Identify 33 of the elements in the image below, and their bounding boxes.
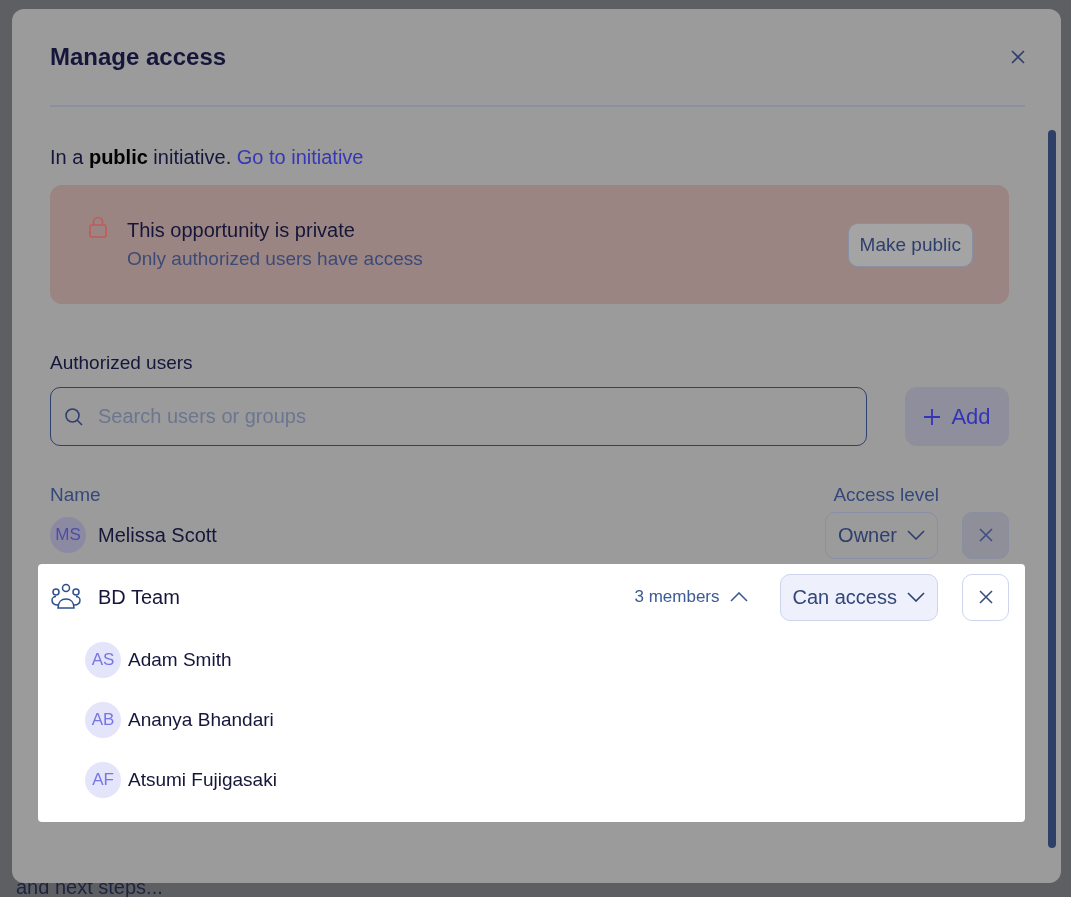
user-avatar: MS bbox=[50, 517, 86, 553]
access-level-dropdown[interactable]: Can access bbox=[779, 573, 938, 621]
visibility-note: In a public initiative. Go to initiative bbox=[50, 145, 365, 169]
access-level-dropdown[interactable]: Owner bbox=[825, 511, 938, 559]
close-icon bbox=[1010, 49, 1026, 65]
close-icon bbox=[977, 527, 994, 543]
member-name: Ananya Bhandari bbox=[128, 709, 274, 731]
chevron-icon bbox=[729, 592, 748, 602]
entry-name: Melissa Scott bbox=[98, 523, 218, 547]
entry-name: BD Team bbox=[98, 585, 181, 609]
plus-icon bbox=[923, 407, 942, 426]
group-icon bbox=[50, 583, 82, 611]
remove-button[interactable] bbox=[962, 511, 1009, 559]
lock-icon bbox=[88, 216, 108, 238]
member-avatar: AS bbox=[85, 642, 121, 678]
section-label: Authorized users bbox=[50, 352, 194, 374]
chevron-icon bbox=[907, 530, 925, 540]
add-button[interactable]: Add bbox=[905, 387, 1009, 446]
initiative-link[interactable]: Go to initiative bbox=[236, 146, 364, 168]
dialog-title: Manage access bbox=[50, 43, 227, 71]
column-header: Access level bbox=[833, 484, 939, 506]
search-icon bbox=[64, 407, 84, 427]
close-icon bbox=[977, 589, 994, 605]
column-header: Name bbox=[50, 484, 101, 506]
member-name: Atsumi Fujigasaki bbox=[128, 769, 277, 791]
member-avatar: AF bbox=[85, 762, 121, 798]
members-toggle[interactable]: 3 members bbox=[628, 586, 754, 608]
alert-message: Only authorized users have access bbox=[127, 248, 424, 270]
alert-title: This opportunity is private bbox=[127, 219, 356, 242]
member-name: Adam Smith bbox=[128, 649, 232, 671]
chevron-icon bbox=[907, 592, 925, 602]
make-public-button[interactable]: Make public bbox=[847, 222, 973, 267]
member-avatar: AB bbox=[85, 702, 121, 738]
